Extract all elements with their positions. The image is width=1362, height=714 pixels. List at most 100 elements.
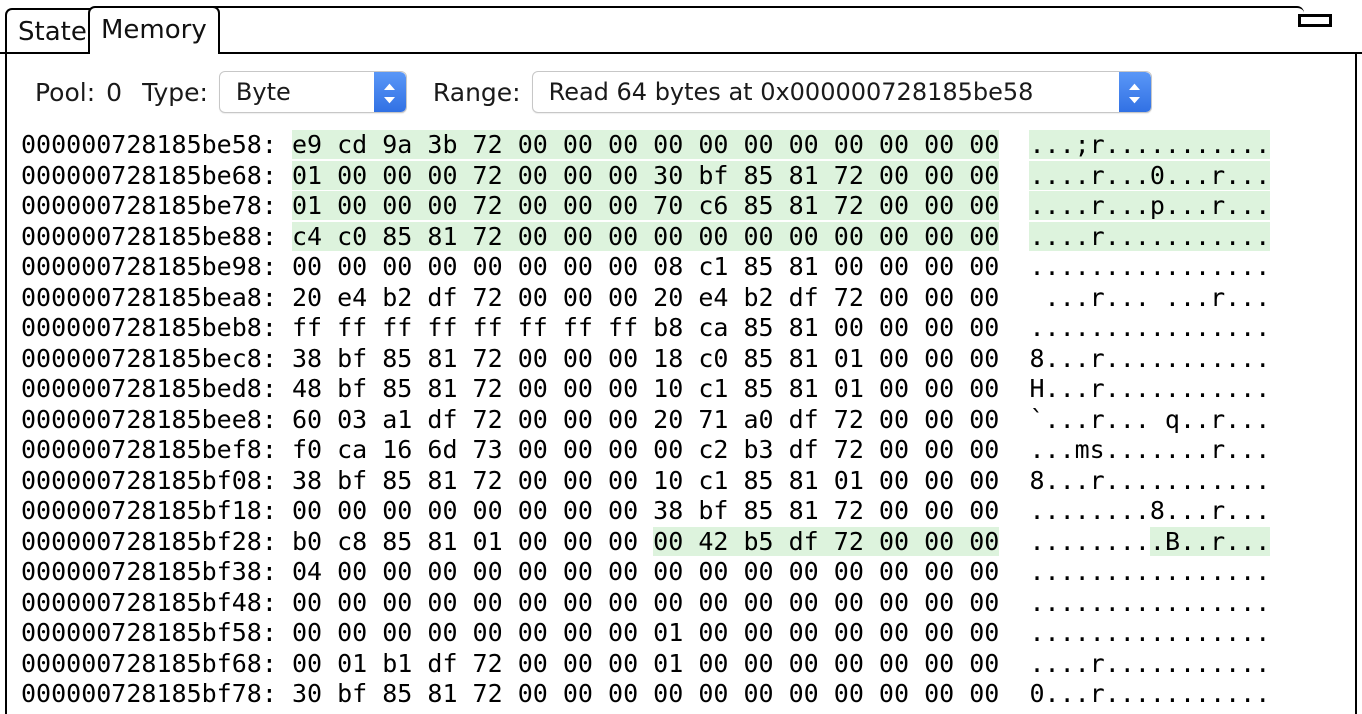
hex-row-address: 000000728185be88: [21, 221, 292, 251]
hex-row-bytes: 00 00 00 00 00 00 00 00 00 00 00 00 00 0… [291, 587, 1000, 617]
hex-ascii-gap [999, 557, 1029, 586]
hex-row-ascii: ...;r........... [1029, 130, 1271, 159]
hex-ascii-gap [999, 191, 1029, 220]
hex-ascii-gap [999, 435, 1029, 464]
hex-row-bytes: 60 03 a1 df 72 00 00 00 20 71 a0 df 72 0… [291, 404, 1000, 434]
hex-row-ascii: ................ [1029, 557, 1271, 586]
hex-row[interactable]: 000000728185bf78: 30 bf 85 81 72 00 00 0… [21, 679, 1355, 710]
hex-row-ascii: `...r... q..r... [1029, 404, 1271, 434]
tab-memory[interactable]: Memory [88, 6, 220, 54]
hex-ascii-gap [999, 527, 1029, 556]
hex-ascii-gap [999, 222, 1029, 251]
hex-row[interactable]: 000000728185bef8: f0 ca 16 6d 73 00 00 0… [21, 435, 1355, 466]
hex-row-bytes: 38 bf 85 81 72 00 00 00 18 c0 85 81 01 0… [291, 343, 1000, 373]
hex-row-bytes: 00 00 00 00 00 00 00 00 08 c1 85 81 00 0… [291, 252, 1000, 281]
hex-row-ascii: ................ [1029, 252, 1271, 281]
hex-row-address: 000000728185bf68: [21, 648, 292, 678]
tab-bar: State Memory [0, 0, 1362, 55]
hex-row[interactable]: 000000728185bea8: 20 e4 b2 df 72 00 00 0… [21, 283, 1355, 314]
hex-ascii-gap [999, 588, 1029, 617]
hex-ascii-gap [999, 344, 1029, 373]
hex-row-address: 000000728185bf58: [21, 618, 292, 647]
type-label: Type: [142, 77, 208, 107]
hex-ascii-gap [999, 405, 1029, 434]
hex-row-address: 000000728185bf28: [21, 526, 292, 556]
hex-row[interactable]: 000000728185bf58: 00 00 00 00 00 00 00 0… [21, 618, 1355, 649]
hex-ascii-gap [999, 374, 1029, 403]
hex-row-ascii: ................ [1029, 618, 1271, 647]
hex-row-ascii: ....r........... [1029, 648, 1271, 678]
hex-row[interactable]: 000000728185be68: 01 00 00 00 72 00 00 0… [21, 160, 1355, 192]
minimize-icon[interactable] [1298, 14, 1332, 27]
hex-row-ascii: 8...r........... [1029, 465, 1271, 495]
hex-row-bytes: ff ff ff ff ff ff ff ff b8 ca 85 81 00 0… [291, 313, 1000, 342]
hex-row-bytes: 48 bf 85 81 72 00 00 00 10 c1 85 81 01 0… [291, 374, 1000, 403]
hex-row-bytes: 04 00 00 00 00 00 00 00 00 00 00 00 00 0… [291, 557, 1000, 586]
hex-row[interactable]: 000000728185bf38: 04 00 00 00 00 00 00 0… [21, 557, 1355, 588]
hex-ascii-gap [999, 130, 1029, 159]
hex-row[interactable]: 000000728185be58: e9 cd 9a 3b 72 00 00 0… [21, 130, 1355, 161]
range-select[interactable]: Read 64 bytes at 0x000000728185be58 [531, 71, 1152, 113]
type-select-value: Byte [235, 78, 291, 106]
hex-row-bytes: 01 00 00 00 72 00 00 00 30 bf 85 81 72 0… [291, 160, 1000, 190]
hex-row[interactable]: 000000728185be88: c4 c0 85 81 72 00 00 0… [21, 221, 1355, 253]
hex-row-bytes: 00 00 00 00 00 00 00 00 38 bf 85 81 72 0… [291, 496, 1000, 525]
hex-row[interactable]: 000000728185bf68: 00 01 b1 df 72 00 00 0… [21, 649, 1355, 680]
hex-row[interactable]: 000000728185beb8: ff ff ff ff ff ff ff f… [21, 313, 1355, 344]
pool-value: 0 [106, 77, 123, 107]
hex-row-bytes: 38 bf 85 81 72 00 00 00 10 c1 85 81 01 0… [291, 465, 1000, 495]
type-select[interactable]: Byte [218, 71, 407, 113]
memory-toolbar: Pool: 0 Type: Byte Range: Read 64 bytes … [7, 54, 1355, 130]
hex-row-address: 000000728185bf38: [21, 557, 292, 586]
hex-row-ascii: ........8...r... [1029, 496, 1271, 525]
hex-row-ascii: ................ [1029, 587, 1271, 617]
hex-ascii-gap [999, 161, 1029, 190]
hex-row[interactable]: 000000728185bf28: b0 c8 85 81 01 00 00 0… [21, 526, 1355, 558]
hex-row-address: 000000728185bf08: [21, 465, 292, 495]
hex-dump[interactable]: 000000728185be58: e9 cd 9a 3b 72 00 00 0… [7, 130, 1355, 714]
hex-ascii-gap [999, 496, 1029, 525]
hex-row-bytes: 00 01 b1 df 72 00 00 00 01 00 00 00 00 0… [291, 648, 1000, 678]
range-label: Range: [432, 77, 521, 107]
hex-row[interactable]: 000000728185bf48: 00 00 00 00 00 00 00 0… [21, 588, 1355, 619]
hex-row-ascii: 0...r........... [1029, 679, 1271, 708]
hex-row-address: 000000728185be98: [21, 252, 292, 281]
hex-row[interactable]: 000000728185bed8: 48 bf 85 81 72 00 00 0… [21, 374, 1355, 405]
hex-ascii-gap [999, 466, 1029, 495]
hex-row-ascii: H...r........... [1029, 374, 1271, 403]
pool-label: Pool: [35, 77, 96, 107]
hex-row-address: 000000728185be78: [21, 191, 292, 220]
hex-row-address: 000000728185bef8: [21, 435, 292, 464]
tab-state[interactable]: State [5, 8, 100, 54]
tab-bar-filler [196, 6, 1304, 54]
chevron-up-down-icon[interactable] [1118, 72, 1151, 112]
hex-row-bytes: 20 e4 b2 df 72 00 00 00 20 e4 b2 df 72 0… [291, 282, 1000, 312]
hex-row-bytes: e9 cd 9a 3b 72 00 00 00 00 00 00 00 00 0… [291, 130, 1000, 159]
hex-row[interactable]: 000000728185bee8: 60 03 a1 df 72 00 00 0… [21, 405, 1355, 436]
hex-ascii-gap [999, 283, 1029, 312]
hex-row-address: 000000728185bee8: [21, 404, 292, 434]
memory-viewer-window: State Memory Pool: 0 Type: Byte Range: R… [0, 0, 1362, 714]
hex-row-bytes: b0 c8 85 81 01 00 00 00 [291, 526, 654, 556]
hex-row-address: 000000728185be58: [21, 130, 292, 159]
range-select-value: Read 64 bytes at 0x000000728185be58 [548, 78, 1034, 106]
hex-row-ascii: ....r...p...r... [1029, 191, 1271, 220]
hex-row-address: 000000728185bf18: [21, 496, 292, 525]
hex-row-ascii: ................ [1029, 313, 1271, 342]
hex-row-address: 000000728185beb8: [21, 313, 292, 342]
hex-row[interactable]: 000000728185be78: 01 00 00 00 72 00 00 0… [21, 191, 1355, 222]
memory-panel: Pool: 0 Type: Byte Range: Read 64 bytes … [5, 52, 1357, 714]
hex-ascii-gap [999, 618, 1029, 647]
hex-row[interactable]: 000000728185be98: 00 00 00 00 00 00 00 0… [21, 252, 1355, 283]
hex-row[interactable]: 000000728185bf08: 38 bf 85 81 72 00 00 0… [21, 466, 1355, 497]
hex-row[interactable]: 000000728185bec8: 38 bf 85 81 72 00 00 0… [21, 344, 1355, 375]
hex-row-ascii: ...r... ...r... [1029, 282, 1271, 312]
active-tab-underline-mask [90, 50, 194, 55]
hex-row-ascii: ....r........... [1029, 221, 1271, 251]
hex-row[interactable]: 000000728185bf18: 00 00 00 00 00 00 00 0… [21, 496, 1355, 527]
chevron-up-down-icon[interactable] [373, 72, 406, 112]
hex-row-bytes: 01 00 00 00 72 00 00 00 70 c6 85 81 72 0… [291, 191, 1000, 220]
hex-row-ascii: ....r...0...r... [1029, 160, 1271, 190]
hex-row-bytes: 30 bf 85 81 72 00 00 00 00 00 00 00 00 0… [291, 679, 1000, 708]
hex-row-address: 000000728185bea8: [21, 282, 292, 312]
